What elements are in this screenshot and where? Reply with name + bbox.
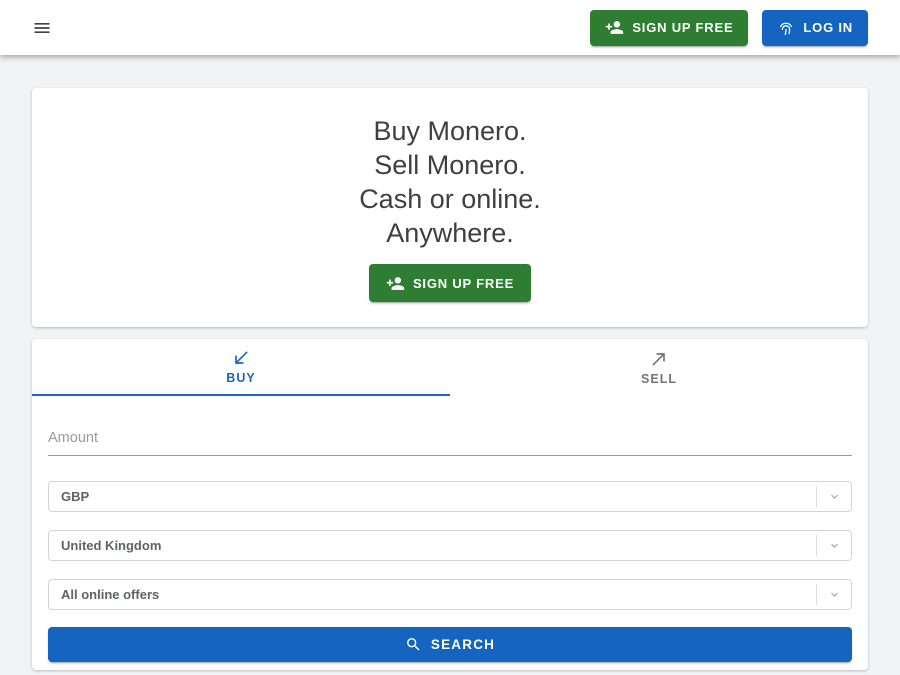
offer-type-select-value: All online offers	[49, 587, 816, 602]
chevron-down-icon	[817, 539, 851, 552]
trade-tabs: BUY SELL	[32, 339, 868, 396]
person-add-icon	[386, 274, 405, 293]
hamburger-menu-button[interactable]	[24, 10, 60, 46]
search-icon	[405, 636, 422, 653]
page: SIGN UP FREE LOG IN Buy Monero. Sell Mon…	[0, 0, 900, 675]
search-form: GBP United Kingdom All online offers	[32, 396, 868, 670]
login-label: LOG IN	[803, 20, 853, 35]
offer-type-select[interactable]: All online offers	[48, 579, 852, 610]
hero-title: Buy Monero. Sell Monero. Cash or online.…	[52, 114, 848, 250]
trade-card: BUY SELL GBP	[32, 339, 868, 670]
person-add-icon	[605, 18, 624, 37]
top-app-bar: SIGN UP FREE LOG IN	[0, 0, 900, 55]
chevron-down-icon	[817, 588, 851, 601]
hamburger-menu-icon	[32, 18, 52, 38]
search-button-label: SEARCH	[431, 637, 495, 652]
signup-free-button[interactable]: SIGN UP FREE	[590, 10, 748, 46]
hero-line-1: Buy Monero.	[52, 114, 848, 148]
arrow-up-right-icon	[649, 349, 669, 369]
arrow-down-left-icon	[231, 348, 251, 368]
amount-input[interactable]	[48, 426, 852, 456]
fingerprint-icon	[777, 19, 795, 37]
currency-select[interactable]: GBP	[48, 481, 852, 512]
tab-sell-label: SELL	[641, 372, 677, 386]
currency-select-value: GBP	[49, 489, 816, 504]
signup-free-label: SIGN UP FREE	[632, 20, 733, 35]
tab-buy-label: BUY	[226, 371, 255, 385]
hero-card: Buy Monero. Sell Monero. Cash or online.…	[32, 88, 868, 327]
tab-sell[interactable]: SELL	[450, 339, 868, 396]
main-content: Buy Monero. Sell Monero. Cash or online.…	[0, 88, 900, 670]
search-button[interactable]: SEARCH	[48, 627, 852, 662]
login-button[interactable]: LOG IN	[762, 10, 868, 46]
amount-field-wrap	[48, 426, 852, 456]
hero-line-2: Sell Monero.	[52, 148, 848, 182]
hero-signup-label: SIGN UP FREE	[413, 276, 514, 291]
tab-buy[interactable]: BUY	[32, 339, 450, 396]
hero-signup-button[interactable]: SIGN UP FREE	[369, 264, 531, 302]
hero-line-4: Anywhere.	[52, 216, 848, 250]
hero-line-3: Cash or online.	[52, 182, 848, 216]
country-select-value: United Kingdom	[49, 538, 816, 553]
chevron-down-icon	[817, 490, 851, 503]
country-select[interactable]: United Kingdom	[48, 530, 852, 561]
